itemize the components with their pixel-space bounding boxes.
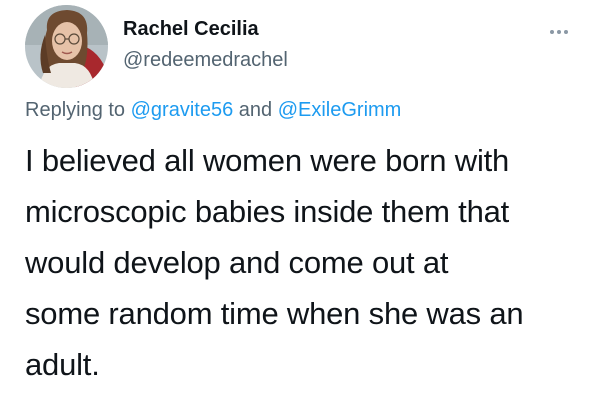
tweet-text: I believed all women were born with micr… xyxy=(25,135,585,390)
author-handle[interactable]: @redeemedrachel xyxy=(123,48,288,72)
tweet-text-line: adult. xyxy=(25,347,100,382)
more-options-icon[interactable] xyxy=(549,24,569,34)
tweet-text-line: some random time when she was an xyxy=(25,296,524,331)
avatar[interactable] xyxy=(25,5,108,88)
replying-to: Replying to @gravite56 and @ExileGrimm xyxy=(25,98,401,122)
replying-to-joiner: and xyxy=(238,99,273,121)
mention-link-gravite56[interactable]: @gravite56 xyxy=(131,99,234,121)
author-display-name[interactable]: Rachel Cecilia xyxy=(123,17,259,41)
tweet-text-line: I believed all women were born with xyxy=(25,143,510,178)
profile-photo-icon xyxy=(25,5,108,88)
tweet-text-line: would develop and come out at xyxy=(25,245,449,280)
replying-to-prefix: Replying to xyxy=(25,99,126,121)
tweet-text-line: microscopic babies inside them that xyxy=(25,194,510,229)
mention-link-exilegrimm[interactable]: @ExileGrimm xyxy=(278,99,402,121)
tweet-card: Rachel Cecilia @redeemedrachel Replying … xyxy=(0,0,599,409)
